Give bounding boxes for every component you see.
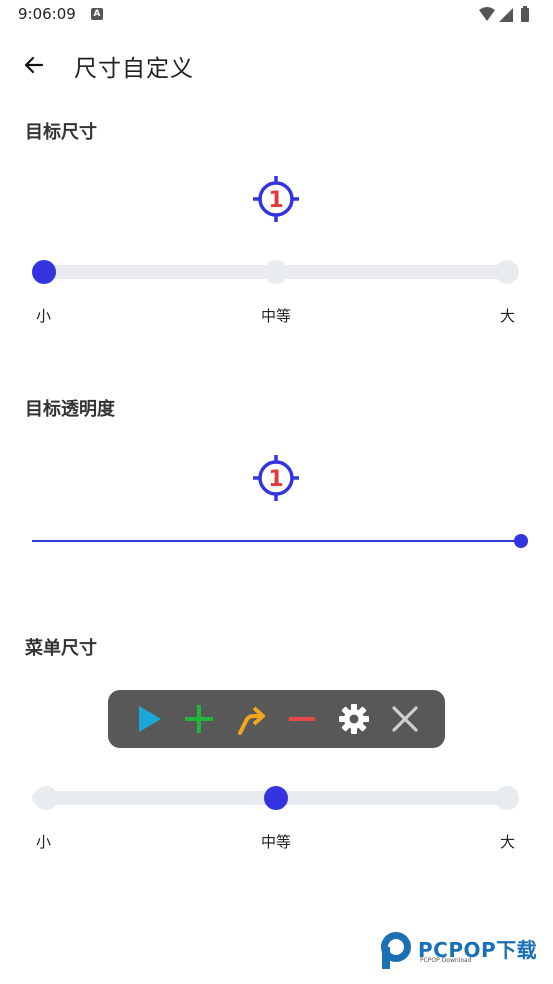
back-arrow-icon: [24, 56, 44, 74]
menu-settings-button[interactable]: [335, 700, 373, 738]
target-size-step-large[interactable]: [495, 260, 519, 284]
gear-icon: [338, 704, 369, 734]
target-size-step-small[interactable]: [32, 260, 56, 284]
menu-size-title: 菜单尺寸: [25, 638, 97, 659]
status-icons: [479, 6, 529, 22]
target-size-label-medium: 中等: [261, 307, 292, 325]
menu-size-step-medium[interactable]: [264, 786, 288, 810]
close-icon: [392, 706, 418, 732]
play-icon: [138, 706, 161, 732]
target-size-step-medium[interactable]: [264, 260, 288, 284]
menu-size-step-large[interactable]: [495, 786, 519, 810]
menu-size-label-medium: 中等: [261, 833, 292, 851]
minus-icon: [289, 717, 316, 721]
pcpop-logo-icon: [381, 932, 411, 969]
opacity-preview-icon: 1: [253, 455, 299, 501]
floating-menu-preview: [108, 690, 445, 748]
menu-add-button[interactable]: [180, 700, 218, 738]
menu-swipe-button[interactable]: [232, 700, 270, 738]
status-bar: 9:06:09 A: [0, 0, 553, 30]
watermark-sub: PCPOP Download: [420, 957, 472, 964]
menu-close-button[interactable]: [386, 700, 424, 738]
target-number: 1: [268, 188, 283, 213]
app-bar: 尺寸自定义: [0, 40, 553, 90]
opacity-target-number: 1: [268, 467, 283, 492]
menu-play-button[interactable]: [129, 700, 167, 738]
menu-size-label-large: 大: [500, 833, 516, 851]
page-title: 尺寸自定义: [74, 56, 194, 82]
target-preview-icon: 1: [253, 176, 299, 222]
target-size-label-large: 大: [500, 307, 516, 325]
menu-size-label-small: 小: [36, 833, 52, 851]
menu-size-step-small[interactable]: [34, 786, 58, 810]
target-size-title: 目标尺寸: [25, 122, 97, 143]
back-button[interactable]: [18, 50, 50, 80]
signal-icon: [499, 8, 513, 22]
plus-icon: [185, 705, 214, 733]
watermark: PCPOP下载 PCPOP Download: [376, 928, 546, 970]
battery-icon: [521, 8, 529, 22]
target-size-label-small: 小: [36, 307, 52, 325]
status-time: 9:06:09: [18, 5, 76, 23]
target-opacity-slider[interactable]: [32, 540, 522, 542]
target-opacity-title: 目标透明度: [25, 399, 115, 420]
target-opacity-thumb[interactable]: [514, 534, 528, 548]
notification-icon: A: [91, 8, 103, 20]
swipe-arrow-icon: [237, 706, 265, 735]
menu-remove-button[interactable]: [283, 700, 321, 738]
wifi-icon: [479, 7, 495, 21]
